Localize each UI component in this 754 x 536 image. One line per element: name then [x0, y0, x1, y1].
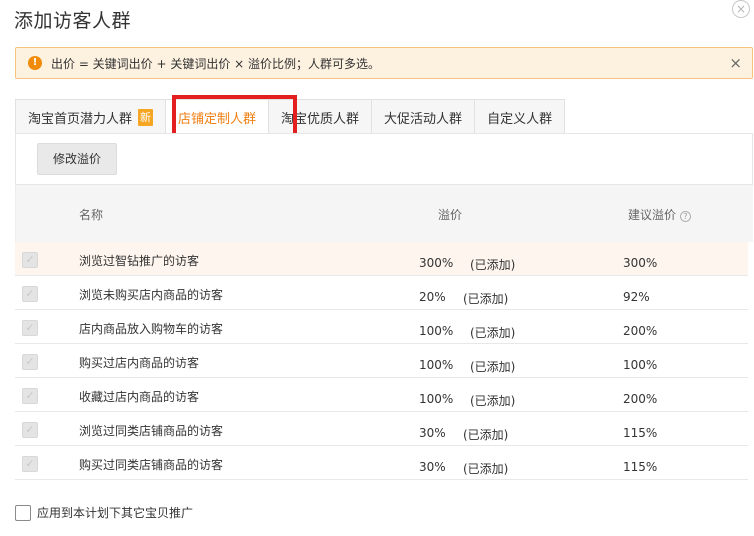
added-status: (已添加) [470, 258, 516, 272]
warning-icon: ! [28, 56, 42, 70]
premium-value: 30% [419, 460, 446, 474]
crowd-name: 浏览未购买店内商品的访客 [79, 288, 224, 302]
premium-value: 30% [419, 426, 446, 440]
added-status: (已添加) [463, 292, 509, 306]
crowd-name: 购买过同类店铺商品的访客 [79, 458, 224, 472]
tab-taobao-homepage-potential[interactable]: 淘宝首页潜力人群 新 [15, 99, 167, 134]
apply-all-option[interactable]: 应用到本计划下其它宝贝推广 [15, 504, 193, 521]
suggest-value: 92% [623, 290, 650, 304]
suggest-value: 115% [623, 460, 658, 474]
crowd-name: 浏览过同类店铺商品的访客 [79, 424, 224, 438]
tab-label: 淘宝优质人群 [281, 111, 360, 127]
crowd-name: 购买过店内商品的访客 [79, 356, 200, 370]
tab-custom[interactable]: 自定义人群 [474, 99, 566, 134]
premium-value: 100% [419, 358, 454, 372]
table-row[interactable]: ✓ 购买过同类店铺商品的访客 30% (已添加) 115% [15, 446, 748, 480]
dialog-title: 添加访客人群 [14, 10, 132, 32]
notice-close-icon[interactable]: × [729, 54, 742, 72]
table-row[interactable]: ✓ 浏览过同类店铺商品的访客 30% (已添加) 115% [15, 412, 748, 446]
tab-taobao-quality[interactable]: 淘宝优质人群 [268, 99, 373, 134]
suggest-value: 200% [623, 324, 658, 338]
row-checkbox[interactable]: ✓ [22, 286, 38, 302]
table-body: ✓ 浏览过智钻推广的访客 300% (已添加) 300% ✓ 浏览未购买店内商品… [15, 242, 748, 480]
premium-value: 300% [419, 256, 454, 270]
apply-all-label: 应用到本计划下其它宝贝推广 [37, 506, 194, 520]
tab-shop-custom[interactable]: 店铺定制人群 [165, 99, 270, 134]
row-checkbox[interactable]: ✓ [22, 456, 38, 472]
new-badge: 新 [138, 108, 154, 126]
tab-label: 店铺定制人群 [178, 111, 257, 127]
premium-value: 100% [419, 392, 454, 406]
header-premium: 溢价 [438, 208, 463, 222]
table-row[interactable]: ✓ 收藏过店内商品的访客 100% (已添加) 200% [15, 378, 748, 412]
close-dialog-icon[interactable]: × [732, 0, 750, 18]
table-row[interactable]: ✓ 浏览未购买店内商品的访客 20% (已添加) 92% [15, 276, 748, 310]
crowd-name: 浏览过智钻推广的访客 [79, 254, 200, 268]
tab-promotion-event[interactable]: 大促活动人群 [371, 99, 476, 134]
premium-value: 100% [419, 324, 454, 338]
table-row[interactable]: ✓ 店内商品放入购物车的访客 100% (已添加) 200% [15, 310, 748, 344]
notice-text: 出价 = 关键词出价 + 关键词出价 × 溢价比例；人群可多选。 [51, 56, 381, 71]
suggest-value: 200% [623, 392, 658, 406]
table-header: 名称 溢价 建议溢价? [15, 185, 753, 242]
row-checkbox[interactable]: ✓ [22, 422, 38, 438]
row-checkbox[interactable]: ✓ [22, 320, 38, 336]
added-status: (已添加) [463, 462, 509, 476]
modify-premium-button[interactable]: 修改溢价 [37, 143, 117, 175]
row-checkbox[interactable]: ✓ [22, 388, 38, 404]
tab-label: 大促活动人群 [384, 111, 463, 127]
table-row[interactable]: ✓ 浏览过智钻推广的访客 300% (已添加) 300% [15, 242, 748, 276]
header-suggest-label: 建议溢价 [628, 208, 677, 222]
added-status: (已添加) [463, 428, 509, 442]
row-checkbox[interactable]: ✓ [22, 252, 38, 268]
apply-all-checkbox[interactable] [15, 504, 31, 521]
crowd-name: 收藏过店内商品的访客 [79, 390, 200, 404]
added-status: (已添加) [470, 394, 516, 408]
suggest-value: 100% [623, 358, 658, 372]
added-status: (已添加) [470, 326, 516, 340]
help-icon[interactable]: ? [680, 211, 692, 222]
table-row[interactable]: ✓ 购买过店内商品的访客 100% (已添加) 100% [15, 344, 748, 378]
crowd-name: 店内商品放入购物车的访客 [79, 322, 224, 336]
suggest-value: 300% [623, 256, 658, 270]
suggest-value: 115% [623, 426, 658, 440]
tab-bar: 淘宝首页潜力人群 新 店铺定制人群 淘宝优质人群 大促活动人群 自定义人群 [15, 99, 566, 134]
toolbar-panel: 修改溢价 [15, 133, 753, 185]
row-checkbox[interactable]: ✓ [22, 354, 38, 370]
premium-value: 20% [419, 290, 446, 304]
added-status: (已添加) [470, 360, 516, 374]
notice-bar: ! 出价 = 关键词出价 + 关键词出价 × 溢价比例；人群可多选。 × [15, 47, 753, 79]
tab-label: 自定义人群 [487, 111, 553, 127]
header-suggest: 建议溢价? [628, 206, 692, 223]
header-name: 名称 [79, 208, 104, 222]
tab-label: 淘宝首页潜力人群 [28, 111, 133, 127]
